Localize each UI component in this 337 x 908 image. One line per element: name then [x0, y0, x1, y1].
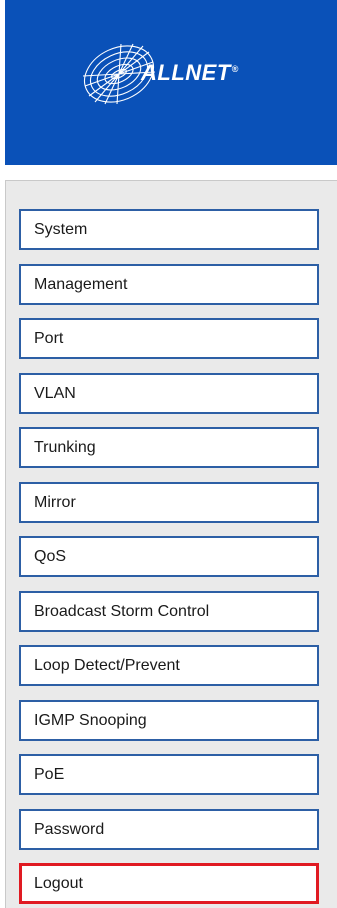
brand-header: ALLNET®: [5, 0, 337, 165]
menu-item-password[interactable]: Password: [19, 808, 319, 850]
menu-item-port[interactable]: Port: [19, 318, 319, 359]
menu-item-logout[interactable]: Logout: [19, 863, 319, 904]
menu-item-mirror[interactable]: Mirror: [19, 481, 319, 523]
menu-item-trunking[interactable]: Trunking: [19, 427, 319, 468]
brand-name: ALLNET®: [141, 60, 239, 86]
registered-mark: ®: [231, 63, 239, 74]
allnet-logo[interactable]: ALLNET®: [77, 38, 307, 118]
menu-item-broadcast-storm-control[interactable]: Broadcast Storm Control: [19, 590, 319, 632]
menu-item-qos[interactable]: QoS: [19, 536, 319, 577]
menu-item-management[interactable]: Management: [19, 263, 319, 305]
menu-item-loop-detect-prevent[interactable]: Loop Detect/Prevent: [19, 645, 319, 686]
navigation-menu-panel: System Management Port VLAN Trunking Mir…: [5, 180, 337, 908]
page: ALLNET® System Management Port VLAN Trun…: [0, 0, 337, 908]
brand-name-text: ALLNET: [141, 60, 231, 85]
navigation-menu: System Management Port VLAN Trunking Mir…: [19, 209, 319, 908]
menu-item-vlan[interactable]: VLAN: [19, 372, 319, 414]
menu-item-poe[interactable]: PoE: [19, 754, 319, 795]
menu-item-igmp-snooping[interactable]: IGMP Snooping: [19, 699, 319, 741]
menu-item-system[interactable]: System: [19, 209, 319, 250]
